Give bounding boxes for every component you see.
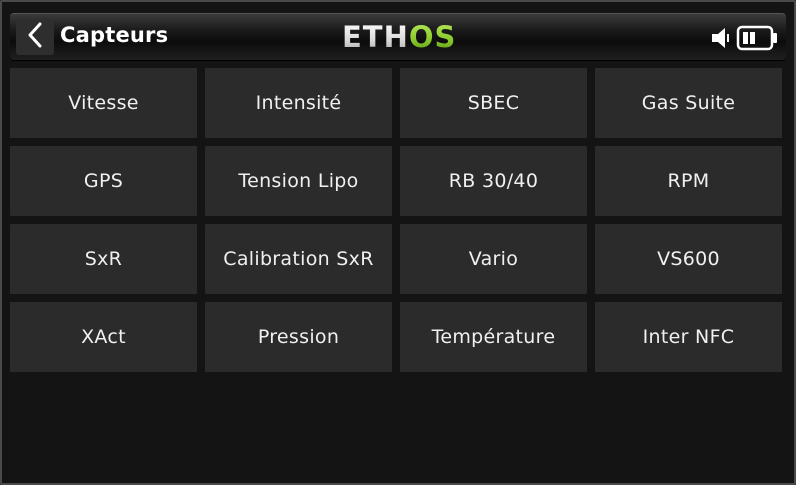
- logo-text-os: OS: [408, 20, 457, 54]
- logo-text-eth: ETH: [342, 20, 409, 54]
- speaker-icon[interactable]: [711, 26, 733, 54]
- sensor-tile-vs600[interactable]: VS600: [595, 224, 782, 294]
- page-title: Capteurs: [60, 23, 169, 47]
- sensor-tile-gps[interactable]: GPS: [10, 146, 197, 216]
- sensor-tile-intensite[interactable]: Intensité: [205, 68, 392, 138]
- back-button[interactable]: [16, 19, 54, 55]
- battery-level-bar: [750, 32, 755, 44]
- sensor-tile-rb-30-40[interactable]: RB 30/40: [400, 146, 587, 216]
- battery-icon[interactable]: [736, 25, 778, 55]
- status-area: [711, 25, 778, 55]
- battery-level-bar: [743, 32, 748, 44]
- header-bar: Capteurs ETH OS: [10, 13, 786, 60]
- sensor-grid: Vitesse Intensité SBEC Gas Suite GPS Ten…: [10, 68, 784, 372]
- sensor-tile-temperature[interactable]: Température: [400, 302, 587, 372]
- sensor-tile-rpm[interactable]: RPM: [595, 146, 782, 216]
- chevron-left-icon: [26, 22, 44, 52]
- sensor-tile-gas-suite[interactable]: Gas Suite: [595, 68, 782, 138]
- sensor-tile-vario[interactable]: Vario: [400, 224, 587, 294]
- sensor-tile-inter-nfc[interactable]: Inter NFC: [595, 302, 782, 372]
- screen: Capteurs ETH OS Vitesse Intensité SBEC G…: [0, 0, 796, 485]
- sensor-tile-sxr[interactable]: SxR: [10, 224, 197, 294]
- ethos-logo: ETH OS: [342, 21, 456, 53]
- sensor-tile-vitesse[interactable]: Vitesse: [10, 68, 197, 138]
- sensor-tile-calibration-sxr[interactable]: Calibration SxR: [205, 224, 392, 294]
- sensor-tile-xact[interactable]: XAct: [10, 302, 197, 372]
- sensor-tile-tension-lipo[interactable]: Tension Lipo: [205, 146, 392, 216]
- sensor-tile-pression[interactable]: Pression: [205, 302, 392, 372]
- sensor-tile-sbec[interactable]: SBEC: [400, 68, 587, 138]
